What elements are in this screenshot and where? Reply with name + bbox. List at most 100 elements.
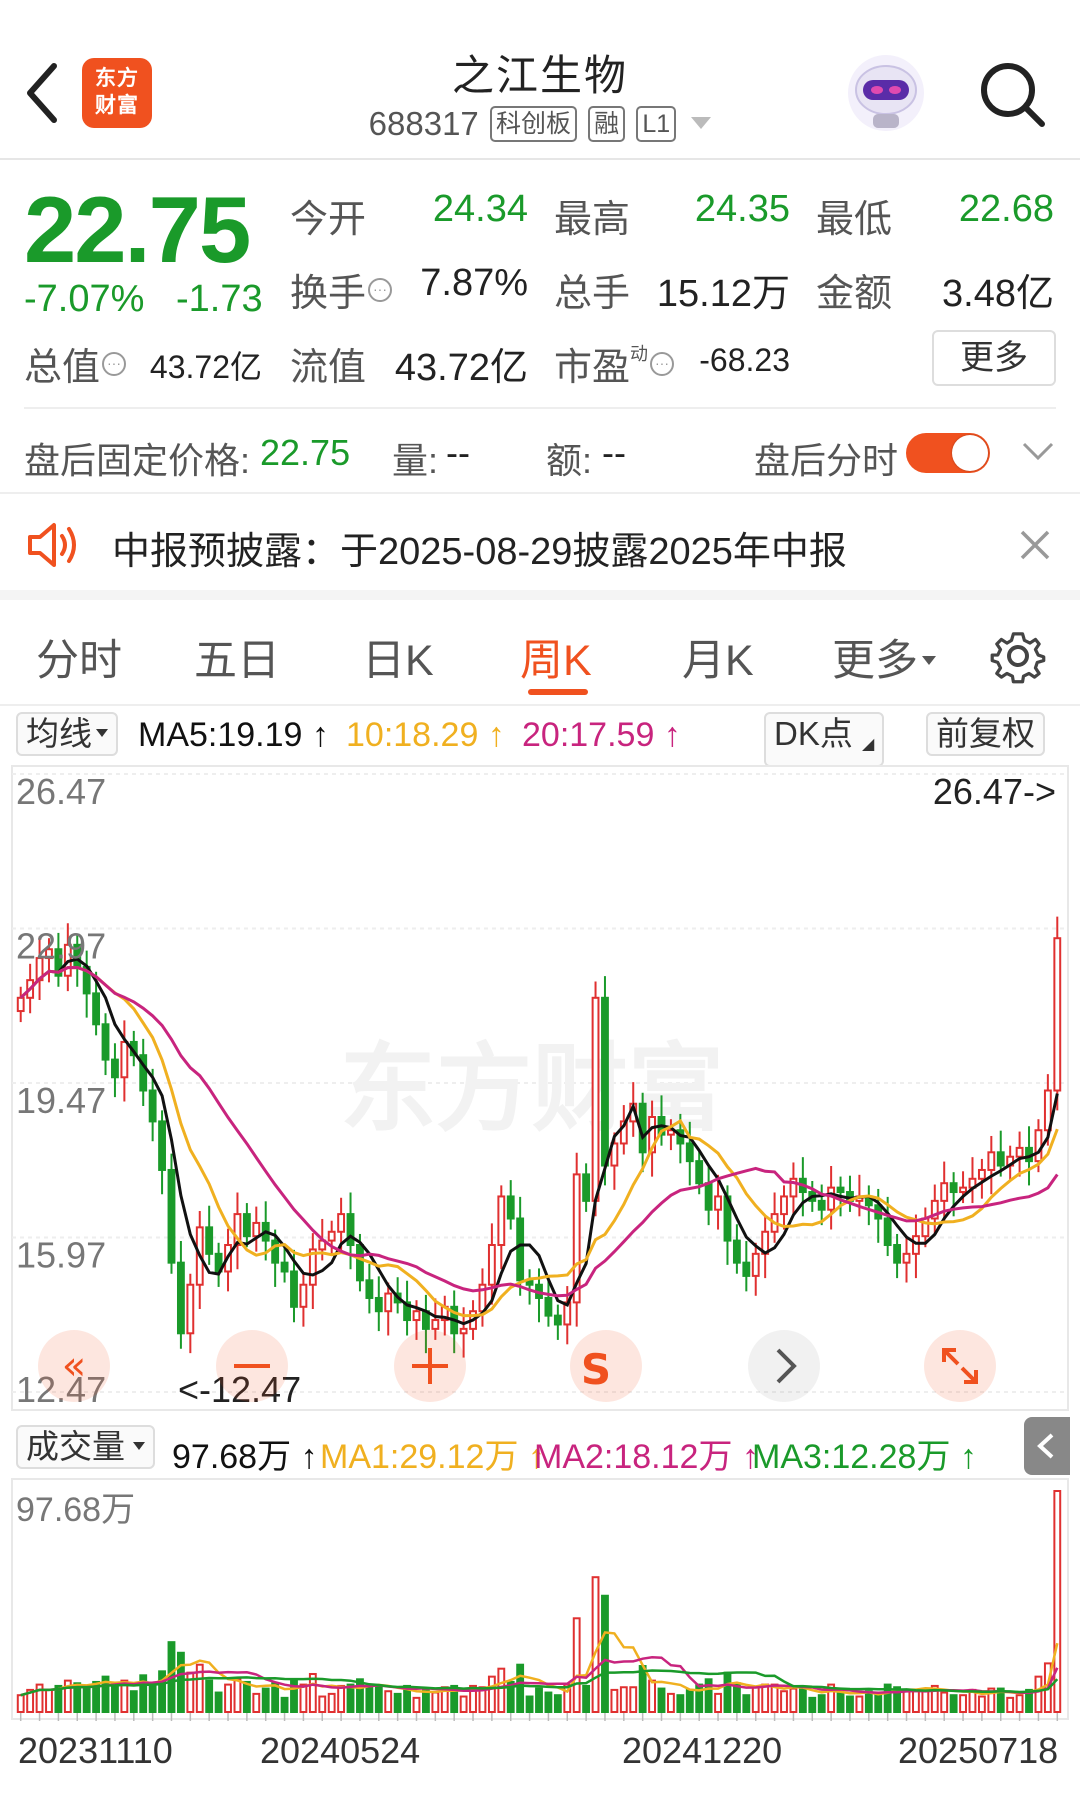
candle	[346, 1213, 355, 1247]
ma-indicator-bar: 均线 MA5:19.19 ↑ 10:18.29 ↑ 20:17.59 ↑ DK点…	[0, 706, 1080, 767]
price-axis-label: 22.97	[16, 926, 106, 967]
candle	[167, 1168, 176, 1264]
candle	[704, 1182, 713, 1211]
change-amount: -1.73	[176, 278, 263, 320]
announcement-banner[interactable]: 中报预披露：于2025-08-29披露2025年中报	[0, 496, 1080, 600]
volume-bar	[553, 1694, 562, 1713]
zoom-out-button[interactable]	[216, 1330, 288, 1402]
after-hours-toggle[interactable]	[906, 433, 990, 473]
volume-bar	[591, 1576, 600, 1713]
candle	[459, 1327, 468, 1335]
ma-selector[interactable]: 均线	[16, 712, 118, 756]
strategy-s-button[interactable]: S	[570, 1330, 642, 1402]
adjust-price-button[interactable]: 前复权	[926, 712, 1045, 756]
volume-bar	[798, 1687, 807, 1714]
low-value: 22.68	[958, 188, 1054, 230]
price-axis-labels: 26.4722.9719.4715.9712.47	[16, 771, 106, 1410]
tab-daily-k[interactable]: 日K	[362, 626, 434, 688]
caret-down-icon	[133, 1442, 145, 1450]
tab-monthly-k[interactable]: 月K	[682, 626, 754, 688]
candle	[356, 1244, 364, 1282]
volume-bar	[572, 1617, 581, 1714]
corner-caret-icon: ◢	[862, 736, 875, 753]
volume-bar	[959, 1694, 967, 1713]
ai-assistant-robot-icon[interactable]	[845, 52, 927, 134]
volume-bar	[1034, 1675, 1043, 1713]
chevron-left-icon	[1037, 1433, 1054, 1459]
volume-bar	[1053, 1490, 1062, 1713]
dk-point-selector[interactable]: DK点 ◢	[764, 712, 885, 767]
volume-bar	[318, 1695, 327, 1713]
volume-bar	[497, 1667, 506, 1714]
info-dots-icon[interactable]: ···	[368, 278, 393, 302]
volume-bar	[582, 1684, 591, 1713]
volume-indicator-bar: 成交量 97.68万 ↑ MA1:29.12万 ↑ MA2:18.12万 ↑ M…	[0, 1415, 1080, 1477]
candle	[1015, 1146, 1024, 1158]
strategy-s-icon: S	[581, 1345, 611, 1394]
volume-value: 97.68万 ↑	[172, 1438, 318, 1476]
volume-bar	[365, 1686, 374, 1714]
candle	[732, 1239, 741, 1264]
volume-bar	[280, 1696, 289, 1714]
more-quote-button[interactable]: 更多	[932, 330, 1056, 386]
tab-intraday[interactable]: 分时	[36, 626, 122, 688]
volume-bar	[619, 1686, 628, 1714]
candle	[902, 1252, 911, 1264]
volume-value: 15.12万	[656, 273, 790, 315]
level-tag: L1	[636, 106, 677, 142]
pe-label: 市盈动 ···	[554, 336, 675, 391]
candle	[827, 1186, 836, 1211]
max-price-marker: 26.47->	[933, 771, 1056, 812]
volume-bar	[384, 1690, 393, 1713]
volume-bar	[535, 1687, 543, 1714]
caret-down-icon	[922, 656, 936, 665]
close-icon[interactable]	[1016, 526, 1054, 564]
volume-selector[interactable]: 成交量	[16, 1425, 155, 1469]
next-button[interactable]	[748, 1330, 820, 1402]
scroll-left-button[interactable]: «	[38, 1330, 110, 1402]
kline-chart[interactable]: 东方财富 26.4722.9719.4715.9712.47 26.47-> <…	[0, 762, 1080, 1412]
after-hours-price-value: 22.75	[260, 432, 351, 473]
candle	[374, 1296, 383, 1313]
volume-bar	[299, 1683, 308, 1713]
float-cap-value: 43.72亿	[394, 347, 528, 389]
fullscreen-button[interactable]	[924, 1330, 996, 1402]
low-label: 最低	[816, 199, 893, 241]
tab-weekly-k[interactable]: 周K	[520, 626, 592, 688]
volume-bar	[780, 1690, 788, 1713]
volume-bar	[723, 1671, 732, 1714]
volume-bar	[129, 1690, 138, 1713]
volume-bar	[374, 1686, 383, 1714]
candle	[780, 1195, 788, 1216]
volume-bar	[836, 1691, 845, 1714]
volume-chart[interactable]: 97.68万	[0, 1477, 1080, 1721]
volume-bar	[111, 1683, 119, 1713]
volume-bar	[224, 1683, 232, 1713]
volume-bar	[516, 1663, 525, 1713]
header-bar: 东方 财富 之江生物 688317 科创板 融 L1	[0, 0, 1080, 160]
volume-bar	[638, 1665, 647, 1713]
search-icon[interactable]	[978, 60, 1048, 130]
chart-period-tabs: 分时 五日 日K 周K 月K 更多	[0, 610, 1080, 706]
tab-more[interactable]: 更多	[832, 626, 936, 688]
after-hours-chart-label: 盘后分时	[754, 440, 899, 481]
info-dots-icon[interactable]: ···	[650, 352, 675, 376]
info-dots-icon[interactable]: ···	[102, 352, 127, 376]
volume-bar	[977, 1695, 986, 1713]
candle	[553, 1314, 562, 1326]
chevron-down-icon[interactable]	[1020, 440, 1056, 464]
candle	[959, 1186, 967, 1194]
side-panel-toggle[interactable]	[1024, 1417, 1070, 1475]
volume-bar	[629, 1686, 638, 1714]
open-value: 24.34	[432, 188, 528, 230]
zoom-in-button[interactable]	[394, 1330, 466, 1402]
settings-gear-icon[interactable]	[990, 628, 1046, 684]
tab-five-day[interactable]: 五日	[194, 626, 280, 688]
volume-bar	[525, 1695, 534, 1713]
after-hours-amount-label: 额:	[546, 440, 593, 481]
volume-bar	[327, 1692, 336, 1714]
active-tab-indicator	[528, 689, 588, 695]
candle	[506, 1195, 515, 1220]
volume-bar	[902, 1688, 911, 1713]
margin-tag: 融	[588, 106, 626, 142]
